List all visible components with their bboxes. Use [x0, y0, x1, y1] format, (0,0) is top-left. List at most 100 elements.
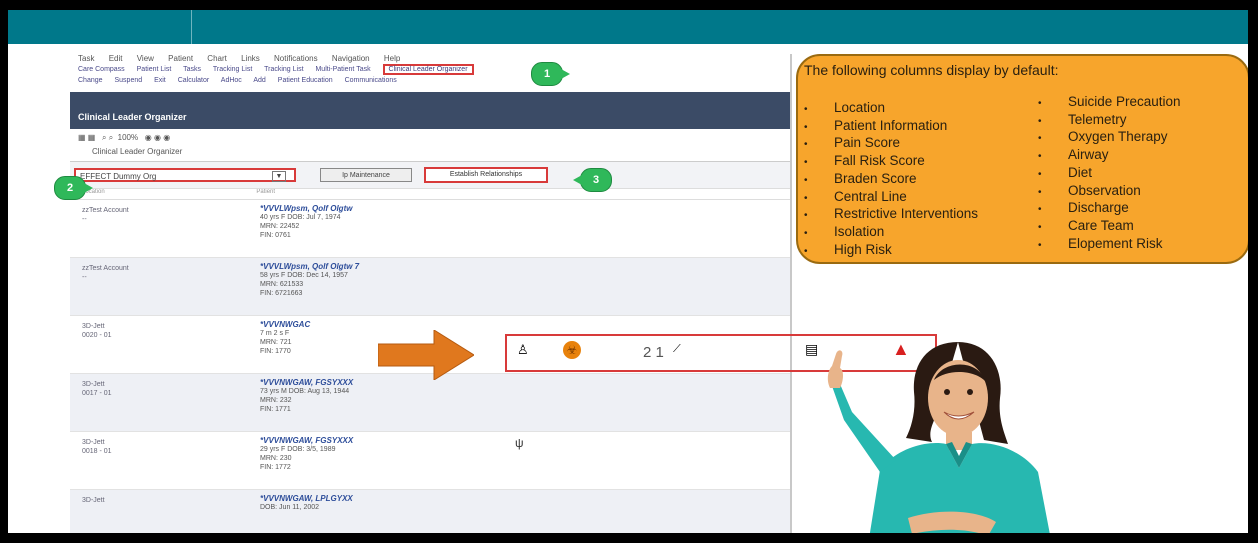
table-row[interactable]: 3D-Jett 0017 - 01 *VVVNWGAW, FGSYXXX 73 yr…: [70, 374, 790, 432]
slide-frame: Task Edit View Patient Chart Links Notif…: [8, 10, 1248, 533]
patient-name[interactable]: *VVVNWGAW, LPLGYXX: [260, 494, 353, 503]
toolbar-care-compass[interactable]: Care Compass: [78, 66, 125, 73]
fork-knife-icon[interactable]: ψ: [515, 436, 524, 450]
table-row[interactable]: zzTest Account -- *VVVLWpsm, Qolf Olgtw 40…: [70, 200, 790, 258]
location-cell: 3D-Jett 0020 - 01: [82, 323, 112, 339]
toolbar-calculator[interactable]: Calculator: [178, 77, 210, 84]
toolbar-communications[interactable]: Communications: [345, 77, 397, 84]
organization-select[interactable]: EFFECT Dummy Org ▼: [74, 168, 296, 182]
toolbar-tracking-list[interactable]: Tracking List: [213, 66, 252, 73]
toolbar-adhoc[interactable]: AdHoc: [221, 77, 242, 84]
column-header-patient[interactable]: Patient: [256, 189, 275, 195]
establish-relationships-button[interactable]: Establish Relationships: [424, 167, 548, 183]
marker-3: 3: [573, 168, 612, 192]
organizer-title: Clinical Leader Organizer: [70, 106, 790, 129]
biohazard-icon[interactable]: ☣: [563, 341, 581, 359]
tab-clinical-leader-organizer[interactable]: Clinical Leader Organizer: [70, 147, 790, 162]
refresh-icon[interactable]: ◉ ◉ ◉: [145, 133, 170, 142]
location-cell: zzTest Account --: [82, 265, 129, 281]
menu-navigation[interactable]: Navigation: [332, 54, 370, 63]
patient-info-cell: *VVVNWGAW, FGSYXXX 29 yrs F DOB: 3/5, 198…: [260, 436, 354, 471]
list-item: Fall Risk Score: [804, 153, 978, 171]
menu-chart[interactable]: Chart: [207, 54, 227, 63]
callout-list-right: Suicide Precaution Telemetry Oxygen Ther…: [1038, 94, 1181, 253]
menu-task[interactable]: Task: [78, 54, 94, 63]
patient-info-cell: *VVVLWpsm, Qolf Olgtw 7 58 yrs F DOB: Dec…: [260, 262, 360, 297]
default-columns-callout: The following columns display by default…: [796, 54, 1248, 264]
ip-maintenance-button[interactable]: Ip Maintenance: [320, 168, 412, 182]
menu-links[interactable]: Links: [241, 54, 260, 63]
toolbar-primary: Care Compass Patient List Tasks Tracking…: [70, 64, 790, 77]
clinical-leader-organizer-button[interactable]: Clinical Leader Organizer: [382, 64, 474, 75]
table-row[interactable]: 3D-Jett 0018 - 01 *VVVNWGAW, FGSYXXX 29 yr…: [70, 432, 790, 490]
filter-bar: EFFECT Dummy Org ▼ Ip Maintenance Establi…: [70, 162, 790, 189]
list-item: Airway: [1038, 147, 1181, 165]
zoom-icon[interactable]: ⌕ ⌕: [102, 133, 113, 142]
list-item: Oxygen Therapy: [1038, 129, 1181, 147]
teal-header-bar: [8, 10, 1248, 44]
list-item: Patient Information: [804, 118, 978, 136]
list-item: Isolation: [804, 224, 978, 242]
patient-name[interactable]: *VVVLWpsm, Qolf Olgtw: [260, 204, 352, 213]
header-strip: [70, 92, 790, 106]
patient-name[interactable]: *VVVNWGAC: [260, 320, 310, 329]
patient-info-cell: *VVVNWGAW, LPLGYXX DOB: Jun 11, 2002: [260, 494, 353, 511]
list-item: Location: [804, 100, 978, 118]
list-item: Telemetry: [1038, 112, 1181, 130]
list-item: Observation: [1038, 183, 1181, 201]
toolbar-multi-patient-task[interactable]: Multi-Patient Task: [315, 66, 370, 73]
callout-title: The following columns display by default…: [804, 62, 1059, 78]
list-item: Suicide Precaution: [1038, 94, 1181, 112]
patient-info-cell: *VVVNWGAC 7 m 2 s F MRN: 721 FIN: 1770: [260, 320, 311, 355]
toolbar-patient-education[interactable]: Patient Education: [278, 77, 333, 84]
chevron-down-icon[interactable]: ▼: [272, 171, 286, 182]
list-item: Pain Score: [804, 135, 978, 153]
print-icon[interactable]: ▦ ▦: [78, 133, 95, 142]
patient-name[interactable]: *VVVLWpsm, Qolf Olgtw 7: [260, 262, 359, 271]
table-row[interactable]: 3D-Jett *VVVNWGAW, LPLGYXX DOB: Jun 11, 2…: [70, 490, 790, 533]
toolbar-patient-list[interactable]: Patient List: [137, 66, 172, 73]
toolbar-exit[interactable]: Exit: [154, 77, 166, 84]
marker-1: 1: [531, 62, 570, 86]
wrench-icon[interactable]: ⟋: [673, 343, 681, 356]
list-item: Central Line: [804, 189, 978, 207]
nurse-illustration: [827, 342, 1050, 533]
toolbar-tasks[interactable]: Tasks: [183, 66, 201, 73]
list-item: Care Team: [1038, 218, 1181, 236]
toolbar-add[interactable]: Add: [253, 77, 265, 84]
menu-help[interactable]: Help: [384, 54, 400, 63]
bed-icon[interactable]: ♙: [517, 342, 529, 358]
menu-notifications[interactable]: Notifications: [274, 54, 318, 63]
patient-name[interactable]: *VVVNWGAW, FGSYXXX: [260, 436, 353, 445]
marker-2: 2: [54, 176, 93, 200]
application-screenshot: Task Edit View Patient Chart Links Notif…: [70, 54, 792, 533]
airway-score: 2 1: [643, 344, 664, 361]
zoom-level[interactable]: 100%: [118, 133, 138, 142]
toolbar-tracking-list-2[interactable]: Tracking List: [264, 66, 303, 73]
header-divider: [191, 10, 192, 44]
menu-view[interactable]: View: [137, 54, 154, 63]
location-cell: 3D-Jett: [82, 497, 105, 504]
location-cell: 3D-Jett 0017 - 01: [82, 381, 112, 397]
list-item: High Risk: [804, 242, 978, 260]
list-item: Restrictive Interventions: [804, 206, 978, 224]
list-item: Diet: [1038, 165, 1181, 183]
organizer-icon-toolbar: ▦ ▦ ⌕ ⌕ 100% ◉ ◉ ◉: [70, 129, 790, 147]
column-header-row: Location Patient: [70, 189, 790, 200]
list-item: Elopement Risk: [1038, 236, 1181, 254]
list-item: Braden Score: [804, 171, 978, 189]
callout-list-left: Location Patient Information Pain Score …: [804, 100, 978, 259]
location-cell: zzTest Account --: [82, 207, 129, 223]
patient-info-cell: *VVVNWGAW, FGSYXXX 73 yrs M DOB: Aug 13, …: [260, 378, 354, 413]
organization-select-value: EFFECT Dummy Org: [80, 172, 157, 181]
menu-edit[interactable]: Edit: [109, 54, 123, 63]
orange-arrow-icon: [378, 330, 474, 380]
table-row[interactable]: zzTest Account -- *VVVLWpsm, Qolf Olgtw 7…: [70, 258, 790, 316]
location-cell: 3D-Jett 0018 - 01: [82, 439, 112, 455]
patient-info-cell: *VVVLWpsm, Qolf Olgtw 40 yrs F DOB: Jul 7…: [260, 204, 353, 239]
menu-patient[interactable]: Patient: [168, 54, 193, 63]
list-item: Discharge: [1038, 200, 1181, 218]
toolbar-change[interactable]: Change: [78, 77, 103, 84]
toolbar-suspend[interactable]: Suspend: [114, 77, 142, 84]
patient-name[interactable]: *VVVNWGAW, FGSYXXX: [260, 378, 353, 387]
